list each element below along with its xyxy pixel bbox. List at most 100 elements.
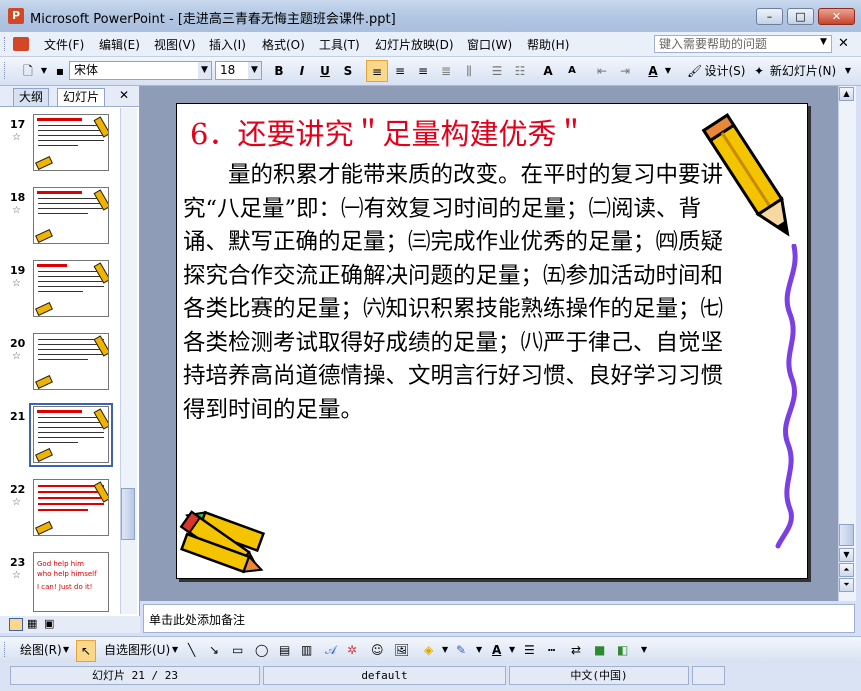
align-right-icon[interactable]: ≡ [413,60,433,82]
slide-thumbnail-19[interactable] [33,260,109,317]
draw-dropdown-icon[interactable]: ▼ [63,640,69,660]
shadow-button[interactable]: S [339,60,357,82]
bold-button[interactable]: B [270,60,288,82]
autoshapes-dropdown-icon[interactable]: ▼ [172,640,178,660]
slide-thumbnail-18[interactable] [33,187,109,244]
pane-close-icon[interactable]: ✕ [119,88,129,102]
scroll-up-icon[interactable]: ▲ [839,87,854,101]
thumb-line [38,497,104,499]
slide-thumbnail-20[interactable] [33,333,109,390]
slides-pane-scroll-thumb[interactable] [121,488,135,540]
textbox-tool-icon[interactable]: ▤ [279,640,290,660]
justify-icon[interactable]: ≣ [436,60,456,82]
close-button[interactable]: ✕ [818,8,855,25]
vertical-textbox-icon[interactable]: ▥ [301,640,312,660]
new-document-icon[interactable]: 🗋 [18,60,38,82]
arrow-style-icon[interactable]: ⇄ [571,640,581,660]
line-color-icon[interactable]: ✎ [456,640,466,660]
menu-file[interactable]: 文件(F) [44,36,84,53]
thumb-line [38,432,104,433]
new-slide-button[interactable]: 新幻灯片(N) [767,60,839,82]
select-pointer-icon[interactable]: ↖ [76,640,96,662]
font-size-combo[interactable]: 18 ▼ [215,61,262,80]
3d-style-icon[interactable]: ◧ [617,640,628,660]
help-dropdown-icon[interactable]: ▼ [820,37,827,47]
next-slide-icon[interactable]: ⏷ [839,578,854,592]
notes-placeholder[interactable]: 单击此处添加备注 [149,611,245,628]
line-tool-icon[interactable]: ╲ [188,640,195,660]
thumb-line [38,208,104,209]
arrow-tool-icon[interactable]: ↘ [209,640,219,660]
menu-edit[interactable]: 编辑(E) [99,36,140,53]
increase-indent-icon[interactable]: ⇥ [615,60,635,82]
rectangle-tool-icon[interactable]: ▭ [232,640,243,660]
fill-dropdown-icon[interactable]: ▼ [442,640,448,660]
draw-font-color-icon[interactable]: A [492,640,501,660]
menu-help[interactable]: 帮助(H) [527,36,569,53]
slide-thumbnail-21[interactable] [33,406,109,463]
document-icon[interactable] [13,37,29,51]
slide-thumbnail-17[interactable] [33,114,109,171]
font-dropdown-icon[interactable]: ▼ [198,62,211,79]
diagram-icon[interactable]: ✲ [347,640,357,660]
shadow-style-icon[interactable]: ■ [594,640,605,660]
menu-format[interactable]: 格式(O) [262,36,305,53]
slide-thumbnail-22[interactable] [33,479,109,536]
toolbar-options-icon[interactable]: ▼ [842,60,854,82]
font-name-combo[interactable]: 宋体 ▼ [69,61,212,80]
thumb-line [38,281,104,282]
slide-thumbnail-23[interactable]: God help him who help himself I can! Jus… [33,552,109,612]
minimize-button[interactable]: – [756,8,783,25]
pencil-icon [35,447,53,462]
wordart-icon[interactable]: 𝒜 [325,640,336,660]
normal-view-icon[interactable] [9,618,23,631]
size-dropdown-icon[interactable]: ▼ [248,62,261,79]
menu-window[interactable]: 窗口(W) [467,36,512,53]
notes-pane[interactable] [143,604,855,633]
slide-title[interactable]: 6．还要讲究＂足量构建优秀＂ [190,111,585,153]
design-button[interactable]: 设计(S) [702,60,748,82]
help-search-input[interactable]: 键入需要帮助的问题 [654,35,832,53]
align-left-icon[interactable]: ≡ [366,60,388,82]
font-color-picker-icon[interactable]: ▪ [55,60,65,82]
draw-menu-button[interactable]: 绘图(R) [20,640,62,660]
scroll-thumb[interactable] [839,524,854,546]
decrease-font-button[interactable]: A [562,60,582,82]
autoshapes-button[interactable]: 自选图形(U) [104,640,170,660]
drawbar-options-icon[interactable]: ▼ [641,640,647,660]
insert-picture-icon[interactable]: 🖼 [394,640,409,660]
font-color-button[interactable]: A [644,60,662,82]
underline-button[interactable]: U [316,60,334,82]
tab-slides[interactable]: 幻灯片 [57,88,106,106]
line-style-icon[interactable]: ☰ [524,640,535,660]
slide-sorter-icon[interactable]: ▦ [27,617,37,630]
document-close-icon[interactable]: ✕ [838,36,849,51]
slideshow-icon[interactable]: ▣ [44,617,54,630]
powerpoint-app-icon[interactable]: P [8,8,24,24]
thumb-line [38,359,88,360]
new-dropdown-icon[interactable]: ▼ [38,60,50,82]
bullets-icon[interactable]: ☷ [510,60,530,82]
clipart-icon[interactable]: ☺ [371,640,384,660]
decrease-indent-icon[interactable]: ⇤ [592,60,612,82]
tab-outline[interactable]: 大纲 [13,88,50,106]
increase-font-button[interactable]: A [538,60,558,82]
numbering-icon[interactable]: ☰ [487,60,507,82]
align-center-icon[interactable]: ≡ [390,60,410,82]
draw-font-color-dropdown-icon[interactable]: ▼ [509,640,515,660]
menu-slideshow[interactable]: 幻灯片放映(D) [375,36,454,53]
font-color-dropdown-icon[interactable]: ▼ [663,60,673,82]
slide-body-text[interactable]: 量的积累才能带来质的改变。在平时的复习中要讲究“八足量”即：㈠有效复习时间的足量… [183,159,725,427]
maximize-button[interactable]: □ [787,8,814,25]
menu-tools[interactable]: 工具(T) [319,36,360,53]
italic-button[interactable]: I [293,60,311,82]
oval-tool-icon[interactable]: ◯ [255,640,268,660]
previous-slide-icon[interactable]: ⏶ [839,563,854,577]
menu-insert[interactable]: 插入(I) [209,36,246,53]
scroll-down-icon[interactable]: ▼ [839,548,854,562]
line-color-dropdown-icon[interactable]: ▼ [476,640,482,660]
fill-color-icon[interactable]: ◈ [424,640,433,660]
columns-icon[interactable]: ⫼ [459,60,479,82]
menu-view[interactable]: 视图(V) [154,36,196,53]
dash-style-icon[interactable]: ┅ [548,640,555,660]
